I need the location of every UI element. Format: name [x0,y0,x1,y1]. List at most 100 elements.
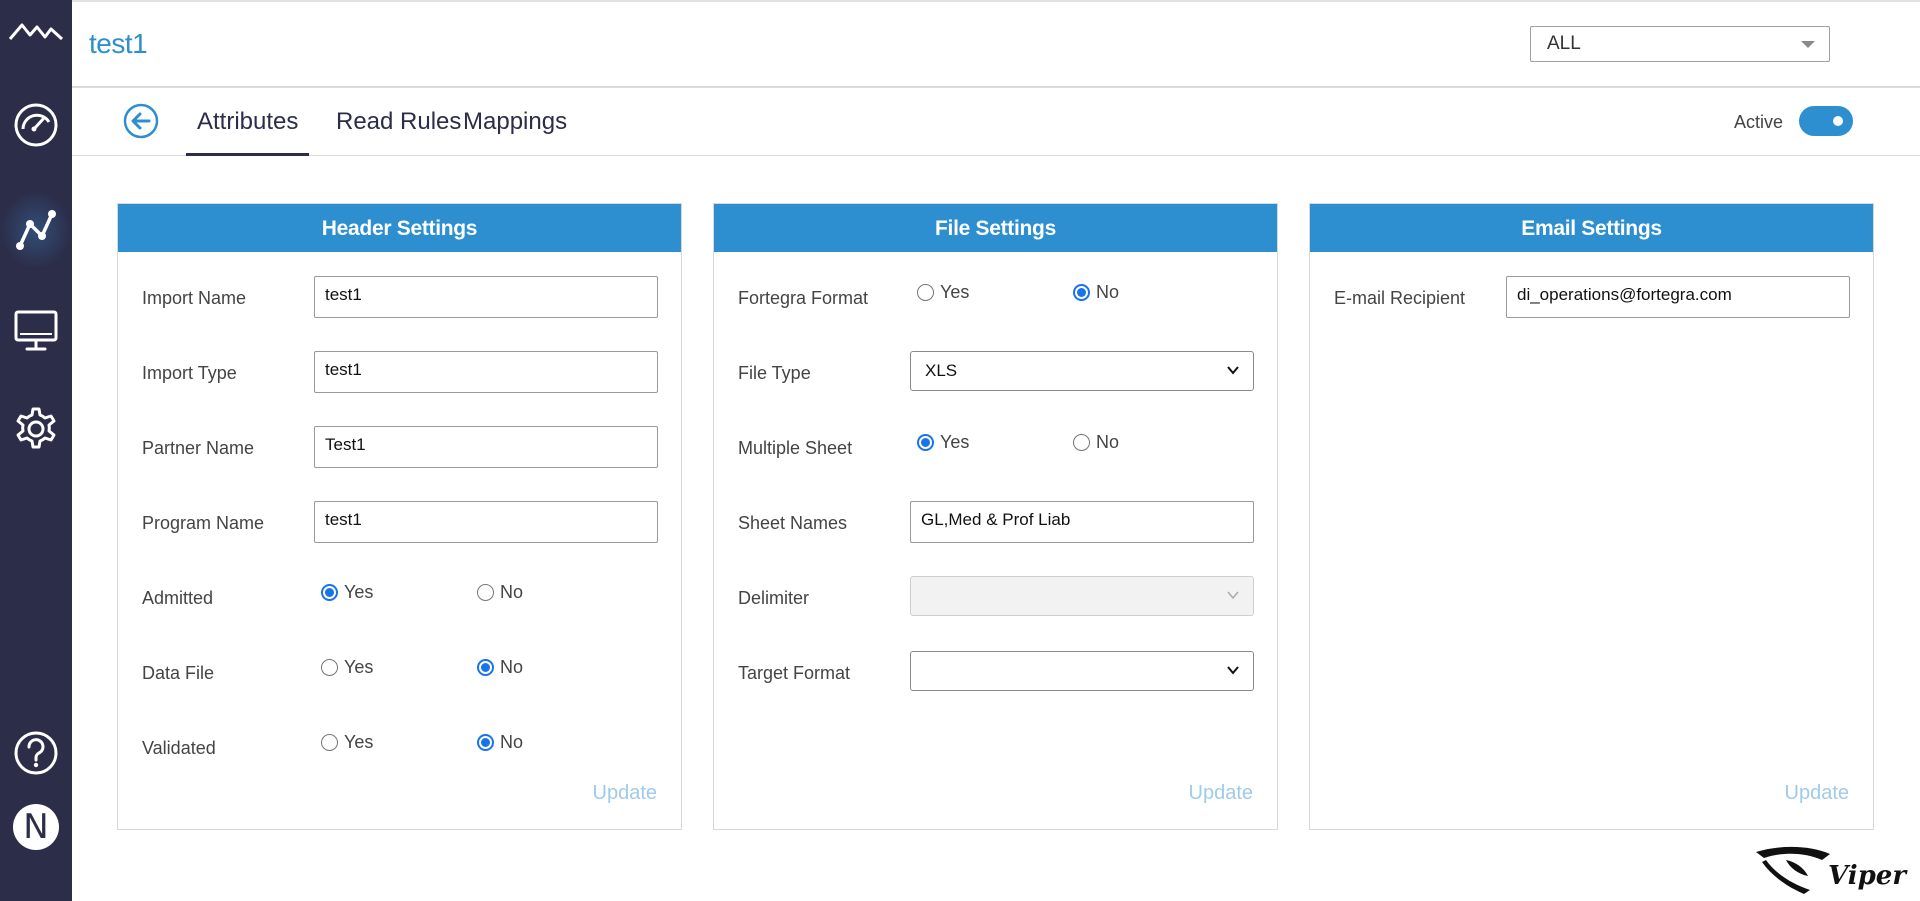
radio-checked [917,434,934,451]
radio-unchecked [321,734,338,751]
file-type-label: File Type [738,363,811,383]
environment-select[interactable]: ALL [1530,26,1830,62]
multiple-sheet-row: Multiple Sheet Yes No [714,426,1277,468]
fortegra-format-no-radio[interactable]: No [1073,282,1119,303]
radio-label: Yes [344,732,374,752]
mountain-logo-icon[interactable] [0,8,72,56]
radio-label: Yes [940,282,970,302]
email-recipient-row: E-mail Recipient di_operations@fortegra.… [1310,276,1873,318]
fortegra-format-yes-radio[interactable]: Yes [917,282,969,303]
target-format-row: Target Format [714,651,1277,693]
data-file-no-radio[interactable]: No [477,657,523,678]
sheet-names-label: Sheet Names [738,513,848,533]
email-settings-title: Email Settings [1310,204,1873,252]
radio-unchecked [1073,434,1090,451]
email-update-button[interactable]: Update [1785,782,1850,805]
validated-no-radio[interactable]: No [477,732,523,753]
radio-label: No [500,732,524,752]
partner-name-row: Partner Name Test1 [118,426,681,468]
chevron-down-icon [1227,366,1239,375]
multiple-sheet-label: Multiple Sheet [738,438,853,458]
radio-label: Yes [940,432,970,452]
program-name-input[interactable]: test1 [314,501,658,543]
multiple-sheet-yes-radio[interactable]: Yes [917,432,969,453]
page-title: test1 [89,28,148,59]
delimiter-label: Delimiter [738,588,810,608]
radio-unchecked [917,284,934,301]
admitted-yes-radio[interactable]: Yes [321,582,373,603]
settings-gear-icon[interactable] [0,404,72,454]
import-type-input[interactable]: test1 [314,351,658,393]
viper-logo-text: Viper [1828,861,1908,891]
import-name-label: Import Name [142,288,247,308]
radio-label: Yes [344,657,374,677]
delimiter-select[interactable] [910,576,1254,616]
file-settings-panel: File Settings Fortegra Format Yes No Fil… [713,203,1278,830]
import-type-row: Import Type test1 [118,351,681,393]
dashboard-gauge-icon[interactable] [0,100,72,150]
file-type-row: File Type XLS [714,351,1277,393]
top-bar: test1 ALL [72,0,1920,88]
target-format-label: Target Format [738,663,851,683]
radio-checked [477,659,494,676]
data-file-label: Data File [142,663,215,683]
admitted-label: Admitted [142,588,214,608]
multiple-sheet-no-radio[interactable]: No [1073,432,1119,453]
active-toggle[interactable] [1799,106,1853,136]
data-file-row: Data File Yes No [118,651,681,693]
tab-read-rules[interactable]: Read Rules [325,108,472,156]
caret-down-icon [1801,41,1815,48]
validated-row: Validated Yes No [118,726,681,768]
radio-label: No [500,657,524,677]
viper-logo: Viper [1752,840,1912,898]
validated-label: Validated [142,738,216,758]
chevron-down-icon [1227,591,1239,600]
fortegra-format-label: Fortegra Format [738,288,869,308]
fortegra-format-row: Fortegra Format Yes No [714,276,1277,318]
environment-select-value: ALL [1547,33,1581,54]
import-type-label: Import Type [142,363,237,383]
toggle-knob [1833,116,1843,126]
sheet-names-row: Sheet Names GL,Med & Prof Liab [714,501,1277,543]
radio-label: No [500,582,524,602]
delimiter-row: Delimiter [714,576,1277,618]
admitted-no-radio[interactable]: No [477,582,523,603]
target-format-select[interactable] [910,651,1254,691]
graph-nodes-icon[interactable] [0,190,72,270]
help-icon[interactable] [0,728,72,778]
partner-name-label: Partner Name [142,438,255,458]
radio-checked [1073,284,1090,301]
file-settings-title: File Settings [714,204,1277,252]
radio-checked [477,734,494,751]
program-name-label: Program Name [142,513,265,533]
chevron-down-icon [1227,666,1239,675]
admitted-row: Admitted Yes No [118,576,681,618]
program-name-row: Program Name test1 [118,501,681,543]
file-type-value: XLS [925,361,958,380]
partner-name-input[interactable]: Test1 [314,426,658,468]
radio-unchecked [477,584,494,601]
header-settings-panel: Header Settings Import Name test1 Import… [117,203,682,830]
user-avatar-icon[interactable]: N [0,803,72,851]
monitor-icon[interactable] [0,306,72,356]
import-name-input[interactable]: test1 [314,276,658,318]
data-file-yes-radio[interactable]: Yes [321,657,373,678]
header-settings-title: Header Settings [118,204,681,252]
header-update-button[interactable]: Update [593,782,658,805]
email-recipient-input[interactable]: di_operations@fortegra.com [1506,276,1850,318]
file-update-button[interactable]: Update [1189,782,1254,805]
avatar-letter: N [13,804,59,850]
tab-attributes[interactable]: Attributes [186,108,310,156]
email-settings-panel: Email Settings E-mail Recipient di_opera… [1309,203,1874,830]
validated-yes-radio[interactable]: Yes [321,732,373,753]
sheet-names-input[interactable]: GL,Med & Prof Liab [910,501,1254,543]
email-recipient-label: E-mail Recipient [1334,288,1466,308]
radio-label: Yes [344,582,374,602]
tab-mappings[interactable]: Mappings [452,108,578,156]
radio-unchecked [321,659,338,676]
back-arrow-icon[interactable] [123,103,159,139]
file-type-select[interactable]: XLS [910,351,1254,391]
radio-checked [321,584,338,601]
radio-label: No [1096,432,1120,452]
tabs-bar: Attributes Read Rules Mappings Active [72,88,1920,156]
